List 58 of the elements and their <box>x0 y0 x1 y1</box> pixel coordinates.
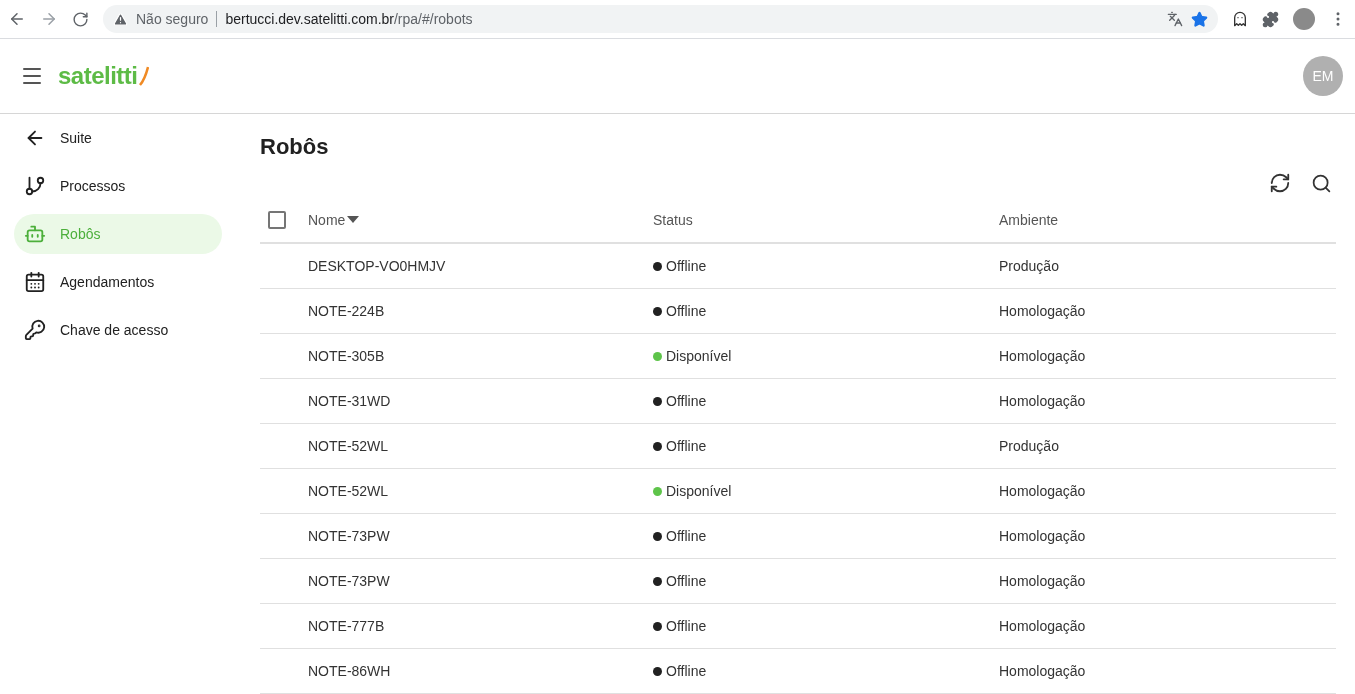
column-header[interactable]: Status <box>653 212 693 228</box>
environment-text: Homologação <box>999 573 1087 589</box>
environment-text: Homologação <box>999 528 1087 544</box>
environment-text: Homologação <box>999 303 1087 319</box>
sidebar-item[interactable]: Chave de acesso <box>14 310 222 350</box>
status-text: Disponível <box>666 348 732 364</box>
swoosh-icon <box>138 65 149 87</box>
status-text: Offline <box>666 393 707 409</box>
extensions-icon[interactable] <box>1262 10 1279 28</box>
logo-text: satelitti <box>58 62 138 90</box>
status-text: Disponível <box>666 483 732 499</box>
sort-caret-icon[interactable] <box>347 216 360 224</box>
status-text: Offline <box>666 528 707 544</box>
column-header[interactable]: Nome <box>308 212 346 228</box>
robot-name: NOTE-777B <box>308 618 386 634</box>
environment-text: Homologação <box>999 483 1087 499</box>
environment-text: Homologação <box>999 393 1087 409</box>
robot-name: NOTE-31WD <box>308 393 392 409</box>
status-text: Offline <box>666 258 707 274</box>
forward-icon[interactable] <box>40 10 58 28</box>
status-text: Offline <box>666 573 707 589</box>
robot-name: NOTE-52WL <box>308 438 390 454</box>
ghost-icon[interactable] <box>1232 11 1248 27</box>
environment-text: Produção <box>999 438 1060 454</box>
status-text: Offline <box>666 618 707 634</box>
robot-name: NOTE-305B <box>308 348 386 364</box>
robot-name: NOTE-73PW <box>308 573 391 589</box>
translate-icon[interactable] <box>1167 11 1183 27</box>
sidebar-item[interactable]: Suite <box>14 118 222 158</box>
back-icon[interactable] <box>8 10 26 28</box>
warning-icon <box>113 11 128 27</box>
environment-text: Homologação <box>999 348 1087 364</box>
bookmark-star-icon[interactable] <box>1191 10 1208 28</box>
calendar-icon <box>24 271 46 293</box>
robot-name: NOTE-86WH <box>308 663 392 679</box>
security-label: Não seguro <box>136 11 218 27</box>
page-title: Robôs <box>260 134 330 161</box>
profile-avatar[interactable] <box>1293 8 1315 30</box>
sidebar-item[interactable]: Agendamentos <box>14 262 222 302</box>
column-header[interactable]: Ambiente <box>999 212 1059 228</box>
robot-name: NOTE-224B <box>308 303 386 319</box>
url-text: bertucci.dev.satelitti.com.br/rpa/#/robots <box>225 11 473 27</box>
reload-icon[interactable] <box>72 10 89 28</box>
environment-text: Homologação <box>999 618 1087 634</box>
robot-name: DESKTOP-VO0HMJV <box>308 258 447 274</box>
status-text: Offline <box>666 303 707 319</box>
select-all-checkbox[interactable] <box>268 211 286 229</box>
environment-text: Produção <box>999 258 1060 274</box>
sidebar-item[interactable]: Processos <box>14 166 222 206</box>
environment-text: Homologação <box>999 663 1087 679</box>
robot-icon <box>24 223 46 245</box>
address-bar[interactable]: Não seguro bertucci.dev.satelitti.com.br/rpa/#/robots <box>103 5 1218 33</box>
key-icon <box>24 319 46 341</box>
branch-icon <box>24 175 46 197</box>
status-text: Offline <box>666 663 707 679</box>
robot-name: NOTE-73PW <box>308 528 391 544</box>
status-text: Offline <box>666 438 707 454</box>
robot-name: NOTE-52WL <box>308 483 390 499</box>
